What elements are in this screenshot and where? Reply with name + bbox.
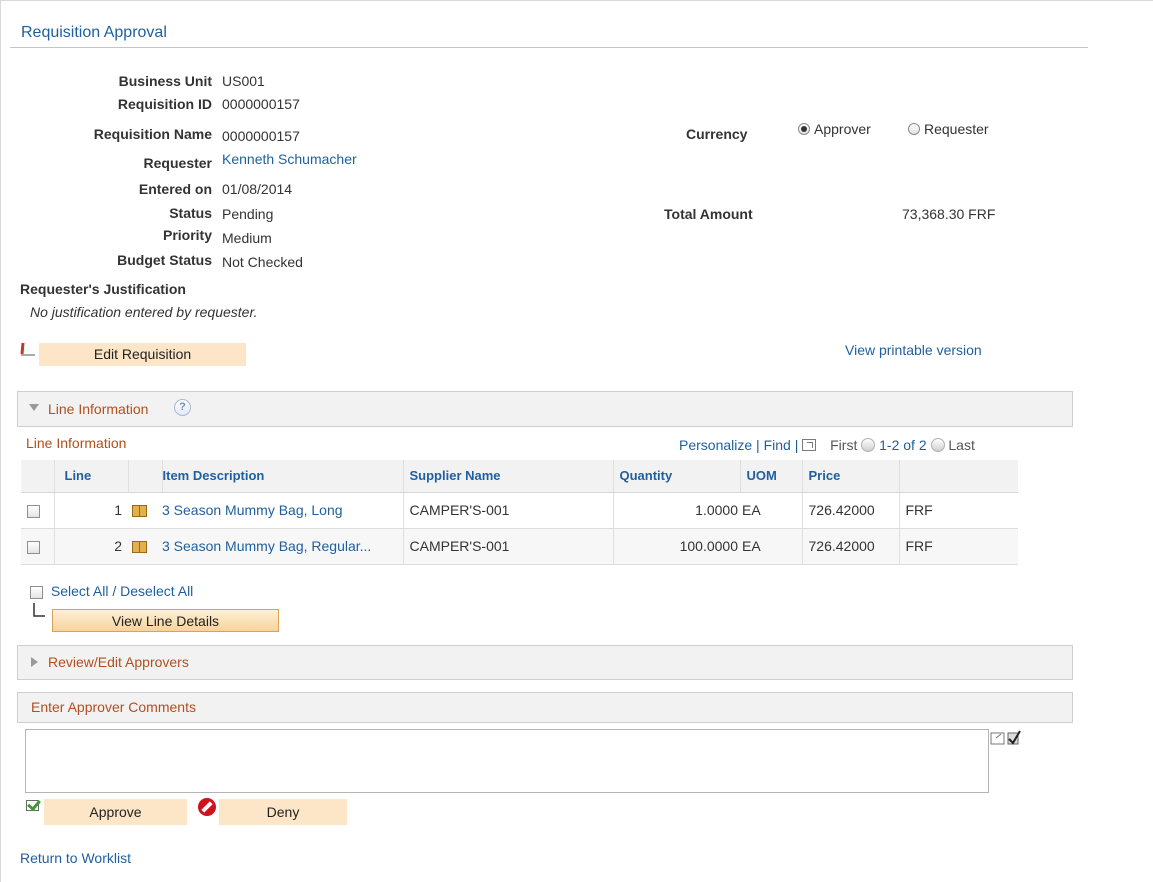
currency-label: Currency (686, 126, 748, 142)
quantity: 1.0000 (612, 492, 740, 529)
status-label: Status (169, 205, 212, 221)
status-value: Pending (222, 206, 274, 222)
separator: | (794, 437, 799, 453)
next-arrow-icon[interactable] (930, 438, 945, 452)
line-number: 1 (53, 492, 128, 529)
currency-requester-radio[interactable] (908, 123, 920, 135)
view-printable-version-link[interactable]: View printable version (845, 342, 982, 358)
requisition-id-label: Requisition ID (117, 96, 212, 112)
find-link[interactable]: Find (764, 437, 791, 453)
currency-code: FRF (898, 492, 1018, 529)
approver-comments-section-header: Enter Approver Comments (17, 692, 1073, 723)
price: 726.42000 (801, 492, 899, 529)
quantity: 100.0000 (612, 528, 740, 565)
table-row: 1 3 Season Mummy Bag, Long CAMPER'S-001 … (21, 492, 1018, 529)
currency-requester-option[interactable]: Requester (908, 121, 989, 137)
uom: EA (740, 528, 802, 565)
quantity-column-header[interactable]: Quantity (612, 460, 740, 493)
tree-connector-icon (33, 603, 45, 617)
business-unit-value: US001 (222, 73, 265, 89)
row-select-checkbox[interactable] (27, 504, 40, 518)
deny-button[interactable]: Deny (219, 799, 347, 825)
price-column-header[interactable]: Price (801, 460, 899, 493)
help-icon[interactable]: ? (174, 399, 191, 416)
price: 726.42000 (801, 528, 899, 565)
select-all-control[interactable]: Select All / Deselect All (30, 583, 193, 599)
budget-status-label: Budget Status (117, 252, 212, 268)
pager-last: Last (948, 437, 975, 453)
icon-column-header (127, 460, 162, 493)
line-grid-title: Line Information (26, 435, 127, 451)
justification-label: Requester's Justification (20, 281, 186, 297)
separator: | (756, 437, 760, 453)
currency-requester-label: Requester (924, 121, 989, 137)
row-select-checkbox[interactable] (27, 540, 40, 554)
priority-value: Medium (222, 230, 272, 246)
edit-requisition-button[interactable]: Edit Requisition (39, 343, 246, 366)
justification-text: No justification entered by requester. (30, 304, 258, 320)
line-information-section-header[interactable]: Line Information ? (17, 391, 1073, 427)
entered-on-label: Entered on (138, 181, 212, 197)
currency-column-header (898, 460, 1018, 493)
page-title: Requisition Approval (21, 24, 167, 41)
select-column-header (21, 460, 54, 493)
pager-first: First (830, 437, 858, 453)
uom-column-header[interactable]: UOM (739, 460, 802, 493)
review-edit-approvers-title[interactable]: Review/Edit Approvers (48, 654, 189, 670)
currency-code: FRF (898, 528, 1018, 565)
supplier-name-column-header[interactable]: Supplier Name (402, 460, 613, 493)
line-information-grid: Line Item Description Supplier Name Quan… (21, 460, 1018, 565)
line-information-section-title[interactable]: Line Information (48, 401, 148, 417)
budget-status-value: Not Checked (222, 254, 303, 270)
item-description-column-header[interactable]: Item Description (161, 460, 403, 493)
priority-label: Priority (162, 227, 212, 243)
collapse-arrow-icon[interactable] (29, 404, 39, 411)
approve-check-icon (26, 800, 39, 811)
item-details-book-icon[interactable] (132, 505, 147, 517)
personalize-link[interactable]: Personalize (679, 437, 752, 453)
edit-pencil-icon (20, 342, 35, 356)
business-unit-label: Business Unit (118, 73, 212, 89)
item-description-link[interactable]: 3 Season Mummy Bag, Long (162, 502, 343, 518)
total-amount-label: Total Amount (664, 206, 753, 222)
supplier-name: CAMPER'S-001 (402, 528, 613, 565)
select-all-link[interactable]: Select All / Deselect All (51, 583, 193, 599)
view-all-icon[interactable] (802, 439, 817, 451)
expand-comment-and-spellcheck-icons[interactable] (990, 729, 1028, 749)
select-all-checkbox[interactable] (30, 585, 43, 599)
approver-comments-title: Enter Approver Comments (31, 699, 196, 715)
expand-arrow-icon[interactable] (31, 657, 38, 667)
entered-on-value: 01/08/2014 (222, 181, 293, 197)
approver-comments-textarea[interactable] (25, 729, 989, 793)
line-grid-header-bar: Line Information Personalize | Find | Fi… (21, 433, 1018, 460)
deny-icon (198, 798, 216, 816)
pager-range: 1-2 of 2 (879, 437, 927, 453)
previous-arrow-icon[interactable] (861, 438, 876, 452)
grid-header-row: Line Item Description Supplier Name Quan… (21, 460, 1018, 493)
item-description-link[interactable]: 3 Season Mummy Bag, Regular... (162, 538, 371, 554)
view-line-details-button[interactable]: View Line Details (52, 609, 279, 632)
requisition-name-value: 0000000157 (222, 128, 300, 144)
title-divider (10, 47, 1088, 48)
uom: EA (740, 492, 802, 529)
requester-label: Requester (143, 155, 212, 171)
item-details-book-icon[interactable] (132, 541, 147, 553)
currency-approver-label: Approver (814, 121, 871, 137)
review-edit-approvers-section-header[interactable]: Review/Edit Approvers (17, 645, 1073, 680)
currency-approver-option[interactable]: Approver (798, 121, 871, 137)
requester-link[interactable]: Kenneth Schumacher (222, 151, 357, 167)
supplier-name: CAMPER'S-001 (402, 492, 613, 529)
currency-approver-radio[interactable] (798, 123, 810, 135)
line-number: 2 (53, 528, 128, 565)
return-to-worklist-link[interactable]: Return to Worklist (20, 850, 131, 866)
total-amount-value: 73,368.30 FRF (902, 206, 996, 222)
requisition-name-label: Requisition Name (93, 126, 212, 142)
table-row: 2 3 Season Mummy Bag, Regular... CAMPER'… (21, 528, 1018, 565)
requisition-id-value: 0000000157 (222, 96, 300, 112)
line-column-header[interactable]: Line (53, 460, 128, 493)
approve-button[interactable]: Approve (44, 799, 187, 825)
